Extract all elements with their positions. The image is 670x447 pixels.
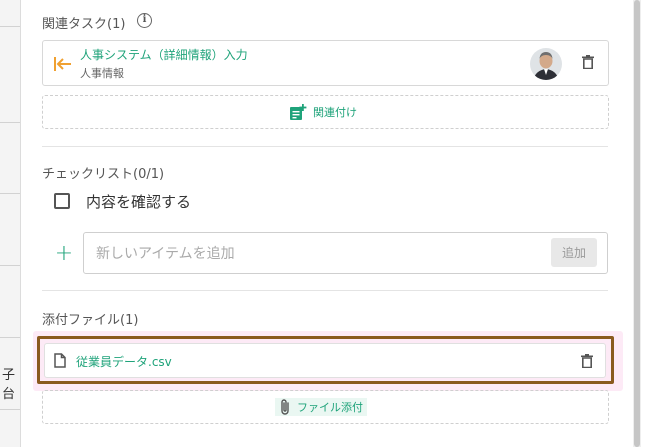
attachments-title: 添付ファイル(1) [42,313,139,328]
background-partial-text: 子台 [2,368,16,402]
arrow-to-left-icon [54,57,71,71]
vertical-scrollbar[interactable] [633,0,641,447]
trash-icon[interactable] [582,55,594,69]
add-item-button[interactable]: 追加 [551,238,597,267]
related-task-title[interactable]: 人事システム（詳細情報）入力 [80,46,248,63]
background-divider [0,193,20,194]
background-divider [0,122,20,123]
checklist-item-label[interactable]: 内容を確認する [86,191,191,212]
attach-file-label: ファイル添付 [297,401,363,414]
background-divider [0,265,20,266]
checklist-item-checkbox[interactable] [54,193,70,209]
related-tasks-title: 関連タスク(1) [42,17,126,32]
link-task-button[interactable]: 関連付け [289,103,357,121]
paperclip-icon [281,399,289,415]
info-icon[interactable]: i [137,13,152,28]
attach-file-button[interactable]: ファイル添付 [275,398,367,416]
background-divider [0,26,20,27]
add-item-plus-icon[interactable]: + [53,243,75,265]
related-task-subtitle: 人事情報 [80,67,124,80]
scrollbar-thumb[interactable] [634,0,640,447]
link-task-label: 関連付け [313,106,357,119]
avatar [530,48,562,80]
section-divider [42,146,608,147]
section-divider [42,290,608,291]
background-divider [0,409,20,410]
background-divider [0,337,20,338]
right-gutter [641,0,670,447]
new-item-input[interactable] [94,243,538,265]
new-item-field[interactable] [83,232,608,274]
background-page: 子台 [0,0,21,447]
selected-attachment-outline [37,336,614,384]
checklist-title: チェックリスト(0/1) [42,167,165,182]
add-note-icon [290,104,307,120]
